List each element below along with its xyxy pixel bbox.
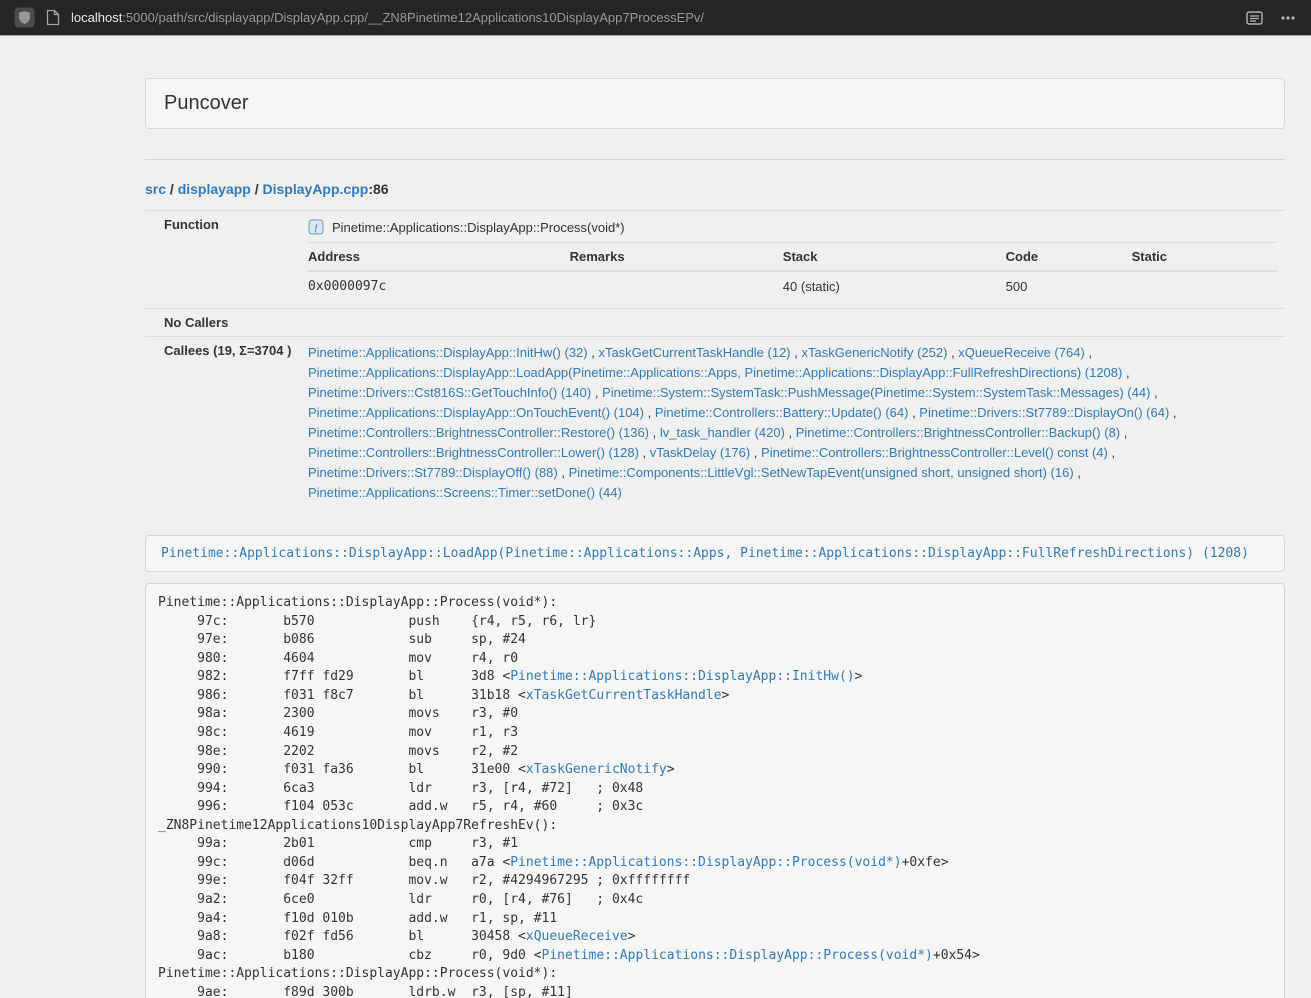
function-row: Function f Pinetime::Applications::Displ… [145, 211, 1285, 309]
divider [145, 159, 1285, 160]
details-value-row: 0x0000097c 40 (static) 500 [308, 271, 1277, 302]
callee-link[interactable]: Pinetime::Controllers::BrightnessControl… [796, 425, 1120, 440]
callee-link[interactable]: xTaskGenericNotify (252) [802, 345, 948, 360]
disassembly-symbol-link[interactable]: xTaskGenericNotify [526, 762, 667, 777]
callee-link[interactable]: Pinetime::Drivers::St7789::DisplayOn() (… [919, 405, 1169, 420]
browser-toolbar: localhost:5000/path/src/displayapp/Displ… [0, 0, 1311, 35]
column-header-remarks: Remarks [570, 243, 783, 272]
reader-view-icon[interactable] [1246, 10, 1263, 26]
callees-header: Callees (19, Σ=3704 ) [145, 337, 300, 510]
disassembly-code: Pinetime::Applications::DisplayApp::Proc… [145, 583, 1285, 998]
url-bar[interactable]: localhost:5000/path/src/displayapp/Displ… [71, 10, 704, 25]
breadcrumb-link-file[interactable]: DisplayApp.cpp [263, 181, 369, 197]
signature-link[interactable]: Pinetime::Applications::DisplayApp::Load… [161, 546, 1249, 561]
function-name: Pinetime::Applications::DisplayApp::Proc… [332, 220, 625, 235]
breadcrumb-link-src[interactable]: src [145, 181, 166, 197]
code-value: 500 [1006, 271, 1132, 302]
column-header-static: Static [1132, 243, 1277, 272]
callee-link[interactable]: Pinetime::Controllers::BrightnessControl… [761, 445, 1108, 460]
remarks-value [570, 271, 783, 302]
breadcrumb-separator: / [166, 181, 178, 197]
disassembly-symbol-link[interactable]: xTaskGetCurrentTaskHandle [526, 688, 722, 703]
no-callers-header: No Callers [145, 309, 300, 337]
function-details-table: Address Remarks Stack Code Static 0x0000… [308, 242, 1277, 302]
function-title: f Pinetime::Applications::DisplayApp::Pr… [308, 217, 1277, 242]
column-header-address: Address [308, 243, 570, 272]
url-path: :5000/path/src/displayapp/DisplayApp.cpp… [122, 10, 704, 25]
column-header-code: Code [1006, 243, 1132, 272]
page-container: Puncover src / displayapp / DisplayApp.c… [145, 78, 1285, 998]
shield-icon[interactable] [14, 7, 35, 28]
breadcrumb-line-number: :86 [368, 181, 388, 197]
callee-link[interactable]: vTaskDelay (176) [650, 445, 750, 460]
disassembly-symbol-link[interactable]: Pinetime::Applications::DisplayApp::Proc… [542, 948, 933, 963]
overflow-menu-icon[interactable] [1279, 10, 1297, 26]
breadcrumb-link-displayapp[interactable]: displayapp [178, 181, 251, 197]
callee-link[interactable]: Pinetime::Drivers::Cst816S::GetTouchInfo… [308, 385, 591, 400]
function-table: Function f Pinetime::Applications::Displ… [145, 210, 1285, 509]
details-header-row: Address Remarks Stack Code Static [308, 243, 1277, 272]
callees-row: Callees (19, Σ=3704 ) Pinetime::Applicat… [145, 337, 1285, 510]
callee-link[interactable]: lv_task_handler (420) [660, 425, 785, 440]
app-title-panel: Puncover [145, 78, 1285, 129]
callee-link[interactable]: Pinetime::Controllers::Battery::Update()… [655, 405, 909, 420]
callee-link[interactable]: xTaskGetCurrentTaskHandle (12) [598, 345, 790, 360]
breadcrumb-separator: / [251, 181, 263, 197]
url-host: localhost [71, 10, 122, 25]
callee-link[interactable]: Pinetime::Controllers::BrightnessControl… [308, 445, 639, 460]
document-icon [46, 9, 60, 26]
disassembly-symbol-link[interactable]: xQueueReceive [526, 929, 628, 944]
no-callers-value [300, 309, 1285, 337]
callee-link[interactable]: Pinetime::Components::LittleVgl::SetNewT… [569, 465, 1074, 480]
function-row-header: Function [145, 211, 300, 309]
callee-link[interactable]: Pinetime::Applications::DisplayApp::OnTo… [308, 405, 644, 420]
callee-link[interactable]: Pinetime::System::SystemTask::PushMessag… [602, 385, 1150, 400]
callee-link[interactable]: Pinetime::Applications::DisplayApp::Init… [308, 345, 588, 360]
function-icon: f [308, 219, 324, 235]
callee-link[interactable]: Pinetime::Applications::DisplayApp::Load… [308, 365, 1122, 380]
callees-list: Pinetime::Applications::DisplayApp::Init… [300, 337, 1285, 510]
callee-link[interactable]: Pinetime::Applications::Screens::Timer::… [308, 485, 622, 500]
address-value: 0x0000097c [308, 271, 570, 302]
stack-value: 40 (static) [783, 271, 1006, 302]
disassembly-symbol-link[interactable]: Pinetime::Applications::DisplayApp::Init… [510, 669, 854, 684]
column-header-stack: Stack [783, 243, 1006, 272]
disassembly-symbol-link[interactable]: Pinetime::Applications::DisplayApp::Proc… [510, 855, 901, 870]
breadcrumb: src / displayapp / DisplayApp.cpp:86 [145, 181, 1285, 197]
signature-panel: Pinetime::Applications::DisplayApp::Load… [145, 535, 1285, 572]
callee-link[interactable]: Pinetime::Drivers::St7789::DisplayOff() … [308, 465, 558, 480]
callee-link[interactable]: xQueueReceive (764) [958, 345, 1084, 360]
no-callers-row: No Callers [145, 309, 1285, 337]
page-title: Puncover [164, 92, 249, 114]
static-value [1132, 271, 1277, 302]
callee-link[interactable]: Pinetime::Controllers::BrightnessControl… [308, 425, 649, 440]
